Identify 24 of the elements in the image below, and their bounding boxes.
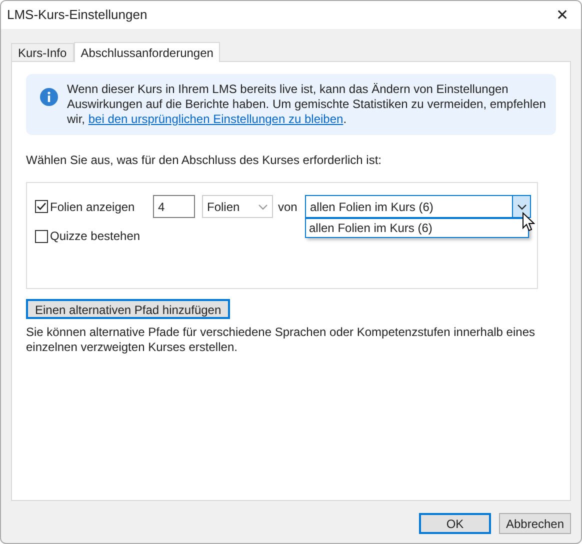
- of-label: von: [278, 198, 298, 216]
- tab[interactable]: Kurs-Info: [11, 43, 74, 61]
- chevron-down-icon: [258, 204, 268, 210]
- info-icon: [40, 88, 58, 106]
- chevron-down-icon: [516, 204, 526, 210]
- unit-dropdown[interactable]: Folien: [202, 195, 273, 218]
- dialog-button[interactable]: Abbrechen: [499, 513, 571, 534]
- count-field[interactable]: 4: [153, 195, 195, 218]
- checkmark-icon: [36, 201, 47, 212]
- checkbox[interactable]: [35, 200, 48, 213]
- tab[interactable]: Abschlussanforderungen: [74, 42, 220, 62]
- dropdown-arrow-button[interactable]: [512, 196, 530, 217]
- info-text: Wenn dieser Kurs in Ihrem LMS bereits live ist, kann das Ändern von Einstellungen Auswirkungen auf die Berichte haben. Um gemischte Statistiken zu vermeiden, empfehlen wir, bei den ursprünglichen Einstellungen zu bleiben.: [67, 82, 547, 127]
- checkbox-label[interactable]: Folien anzeigen: [50, 198, 135, 216]
- info-link[interactable]: bei den ursprünglichen Einstellungen zu bleiben: [88, 112, 344, 126]
- note-text: Sie können alternative Pfade für verschiedene Sprachen oder Kompetenzstufen innerhalb eines einzelnen verzweigten Kurses erstellen.: [26, 325, 536, 355]
- close-button[interactable]: ✕: [556, 8, 569, 22]
- scope-dropdown[interactable]: allen Folien im Kurs (6): [305, 195, 531, 218]
- prompt-text: Wählen Sie aus, was für den Abschluss des Kurses erforderlich ist:: [26, 152, 382, 169]
- dialog-button[interactable]: OK: [419, 513, 491, 534]
- checkbox-label[interactable]: Quizze bestehen: [50, 227, 140, 245]
- checkbox[interactable]: [35, 230, 48, 242]
- add-path-button[interactable]: Einen alternativen Pfad hinzufügen: [26, 299, 230, 319]
- window-title: LMS-Kurs-Einstellungen: [7, 6, 148, 24]
